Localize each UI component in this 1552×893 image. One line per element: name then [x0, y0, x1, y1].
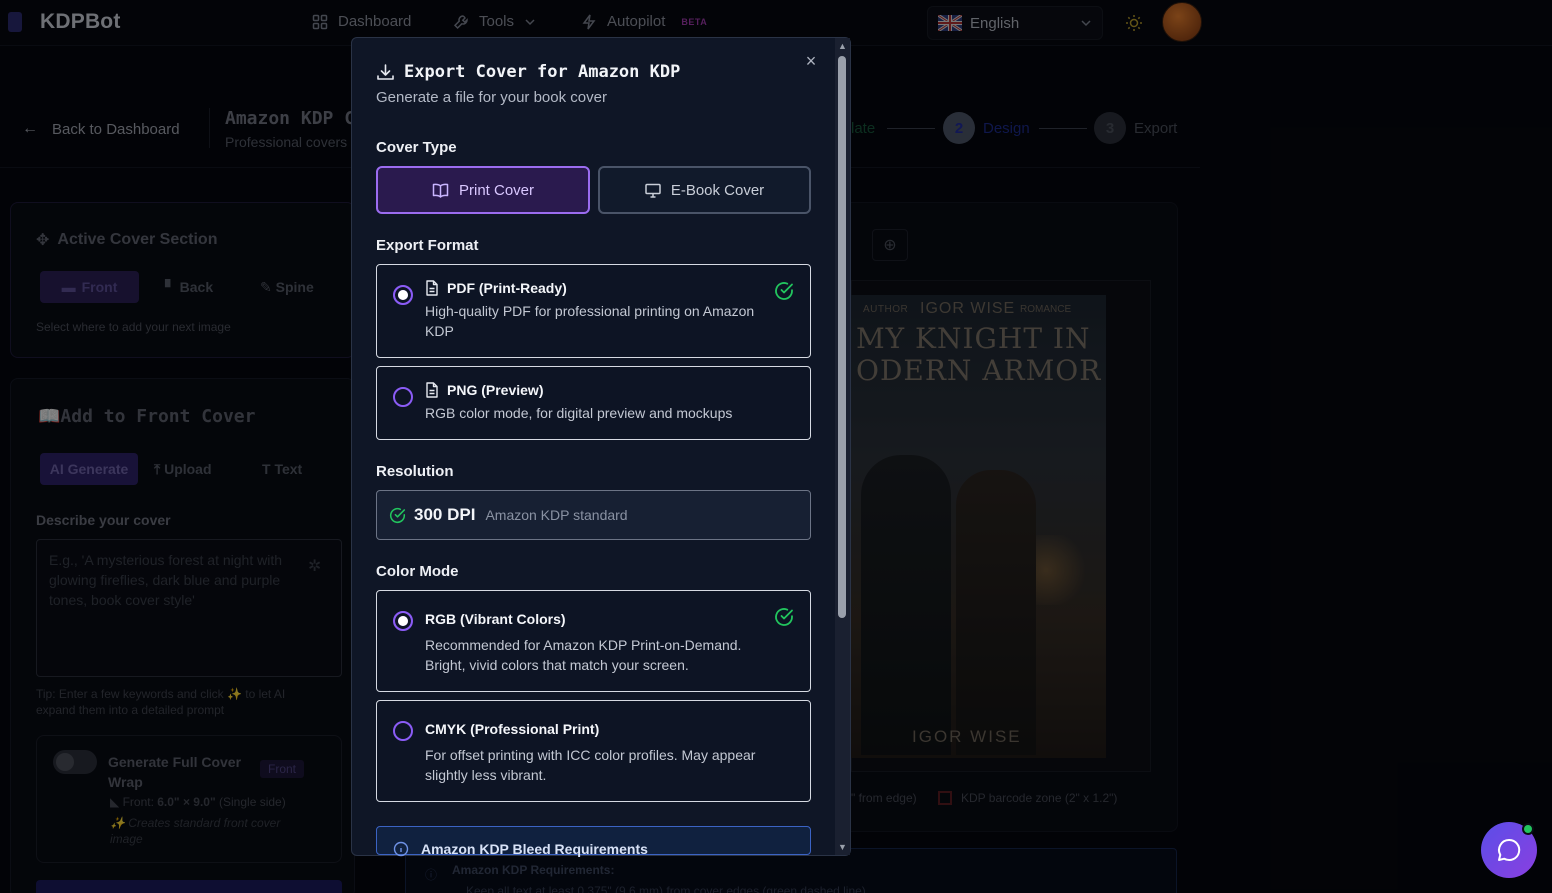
- modal-subtitle: Generate a file for your book cover: [376, 89, 607, 106]
- cover-type-label: Cover Type: [376, 139, 457, 156]
- info-icon: [393, 841, 409, 857]
- check-circle-icon: [389, 507, 406, 523]
- ebook-cover-label: E-Book Cover: [670, 181, 765, 199]
- png-title-row: PNG (Preview): [425, 382, 543, 398]
- scroll-up-icon[interactable]: ▲: [838, 41, 847, 51]
- png-title: PNG (Preview): [447, 382, 544, 398]
- monitor-icon: [645, 183, 661, 198]
- png-radio[interactable]: [393, 387, 413, 407]
- download-icon: [377, 64, 394, 80]
- cmyk-title: CMYK (Professional Print): [425, 721, 600, 737]
- cmyk-radio[interactable]: [393, 721, 413, 741]
- rgb-title: RGB (Vibrant Colors): [425, 611, 566, 627]
- color-mode-label: Color Mode: [376, 563, 459, 580]
- pdf-title-row: PDF (Print-Ready): [425, 280, 567, 296]
- file-icon: [426, 280, 438, 296]
- rgb-description: Recommended for Amazon KDP Print-on-Dema…: [425, 637, 742, 673]
- export-format-label: Export Format: [376, 237, 479, 254]
- print-cover-label: Print Cover: [458, 181, 535, 199]
- rgb-radio[interactable]: [393, 611, 413, 631]
- ebook-cover-button[interactable]: E-Book Cover: [598, 166, 811, 214]
- online-status-dot: [1522, 823, 1534, 835]
- modal-scroll-thumb[interactable]: [838, 56, 846, 618]
- png-description: RGB color mode, for digital preview and …: [425, 405, 733, 421]
- cmyk-description: For offset printing with ICC color profi…: [425, 747, 756, 783]
- resolution-box: 300 DPI Amazon KDP standard: [376, 490, 811, 540]
- pdf-description: High-quality PDF for professional printi…: [425, 303, 755, 339]
- chat-icon: [1498, 838, 1521, 861]
- close-icon[interactable]: ×: [802, 52, 820, 70]
- bleed-title: Amazon KDP Bleed Requirements: [421, 841, 648, 857]
- scroll-down-icon[interactable]: ▼: [838, 842, 847, 852]
- file-icon: [426, 382, 438, 398]
- open-book-icon: [432, 183, 449, 198]
- pdf-radio[interactable]: [393, 285, 413, 305]
- check-circle-icon: [775, 608, 793, 626]
- resolution-note: Amazon KDP standard: [485, 507, 628, 523]
- modal-title: Export Cover for Amazon KDP: [404, 62, 681, 82]
- check-circle-icon: [775, 282, 793, 300]
- resolution-label: Resolution: [376, 463, 454, 480]
- pdf-title: PDF (Print-Ready): [447, 280, 567, 296]
- print-cover-button[interactable]: Print Cover: [376, 166, 590, 214]
- bleed-info-box: Amazon KDP Bleed Requirements: [376, 826, 811, 857]
- resolution-value: 300 DPI: [414, 505, 476, 524]
